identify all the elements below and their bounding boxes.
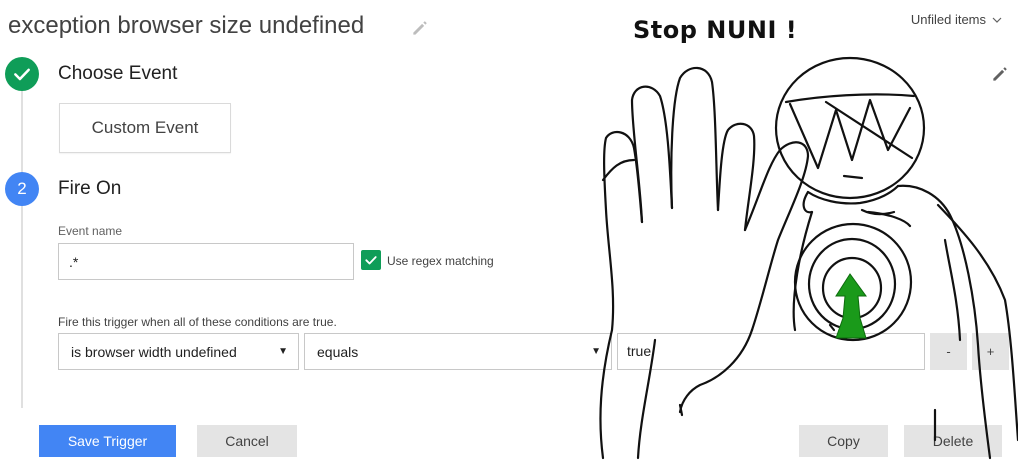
cancel-button[interactable]: Cancel <box>197 425 297 457</box>
check-icon <box>365 256 377 265</box>
remove-condition-button[interactable]: - <box>930 333 967 370</box>
condition-operator-value: equals <box>317 343 359 360</box>
regex-checkbox-label: Use regex matching <box>387 254 494 268</box>
copy-button[interactable]: Copy <box>799 425 888 457</box>
step-title-choose-event: Choose Event <box>58 63 178 84</box>
pencil-icon[interactable] <box>990 64 1010 84</box>
condition-value-input[interactable]: true <box>617 333 925 370</box>
step-complete-badge <box>5 57 39 91</box>
chevron-down-icon <box>992 17 1002 23</box>
stepper-line <box>21 90 23 408</box>
dropdown-arrow-icon: ▼ <box>591 346 601 357</box>
green-arrow-figure <box>835 273 867 339</box>
condition-operator-select[interactable]: equals ▼ <box>304 333 612 370</box>
trigger-title: exception browser size undefined <box>8 12 365 39</box>
event-type-card[interactable]: Custom Event <box>59 103 231 153</box>
event-name-label: Event name <box>58 224 123 238</box>
step-number-badge: 2 <box>5 172 39 206</box>
folder-label: Unfiled items <box>910 12 986 27</box>
conditions-label: Fire this trigger when all of these cond… <box>58 315 337 329</box>
step-title-fire-on: Fire On <box>58 178 122 199</box>
condition-variable-value: is browser width undefined <box>71 343 237 360</box>
folder-selector[interactable]: Unfiled items <box>911 12 1002 27</box>
save-trigger-button[interactable]: Save Trigger <box>39 425 176 457</box>
pencil-icon[interactable] <box>410 18 430 38</box>
condition-variable-select[interactable]: is browser width undefined ▼ <box>58 333 299 370</box>
doodle-caption: Stop NUNI ! <box>633 16 798 44</box>
delete-button[interactable]: Delete <box>904 425 1002 457</box>
add-condition-button[interactable]: + <box>972 333 1009 370</box>
dropdown-arrow-icon: ▼ <box>278 346 288 357</box>
event-name-input[interactable] <box>58 243 354 280</box>
check-icon <box>14 68 30 81</box>
regex-checkbox[interactable] <box>361 250 381 270</box>
